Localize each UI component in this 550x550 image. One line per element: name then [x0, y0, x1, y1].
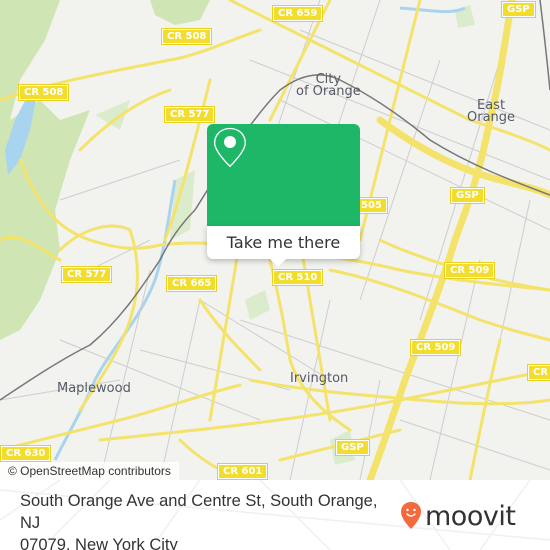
- road-shield-cr509: CR 509: [409, 339, 462, 356]
- moovit-logo[interactable]: moovit: [400, 498, 516, 534]
- address-text: South Orange Ave and Centre St, South Or…: [20, 490, 390, 550]
- road-shield-cr601: CR 601: [216, 463, 269, 480]
- road-shield-cr: CR: [526, 364, 550, 381]
- road-shield-gsp: GSP: [335, 439, 370, 456]
- highway-gsp: [366, 0, 550, 480]
- map-canvas[interactable]: CR 659 GSP CR 508 CR 508 CR 577 505 GSP …: [0, 0, 550, 480]
- location-popup: Take me there: [207, 124, 360, 267]
- road-shield-cr509: CR 509: [443, 262, 496, 279]
- place-label-east-orange: East Orange: [467, 98, 516, 125]
- road-shield-cr630: CR 630: [0, 445, 52, 462]
- road-shield-cr510: CR 510: [271, 269, 324, 286]
- road-shield-cr665: CR 665: [165, 275, 218, 292]
- river: [399, 6, 466, 14]
- park-area: [95, 100, 130, 130]
- road-shield-cr577: CR 577: [163, 106, 216, 123]
- place-label-irvington: Irvington: [290, 371, 349, 386]
- park-area: [245, 290, 270, 320]
- road-shield-gsp: GSP: [450, 187, 485, 204]
- take-me-there-button[interactable]: Take me there: [207, 226, 360, 267]
- popup-pointer: [270, 259, 286, 267]
- popup-header: [207, 124, 360, 226]
- road-shield-cr505: 505: [357, 197, 388, 214]
- moovit-wordmark: moovit: [425, 500, 516, 532]
- place-label-maplewood: Maplewood: [57, 381, 131, 396]
- road-shield-gsp: GSP: [501, 1, 536, 18]
- park-area: [0, 0, 90, 340]
- take-me-there-label: Take me there: [226, 233, 341, 252]
- address-line-1: South Orange Ave and Centre St, South Or…: [20, 492, 378, 532]
- road-shield-cr659: CR 659: [271, 5, 324, 22]
- footer-bar: South Orange Ave and Centre St, South Or…: [0, 480, 550, 550]
- road-shield-cr508: CR 508: [160, 28, 213, 45]
- moovit-pin-icon: [401, 502, 421, 529]
- road-shield-cr508: CR 508: [17, 84, 70, 101]
- address-line-2: 07079, New York City: [20, 536, 178, 550]
- place-label-city-of-orange: City of Orange: [296, 72, 361, 99]
- map-attribution[interactable]: © OpenStreetMap contributors: [0, 462, 179, 480]
- road-shield-cr577: CR 577: [60, 266, 113, 283]
- park-area: [150, 0, 210, 25]
- map-pin-icon: [213, 127, 246, 168]
